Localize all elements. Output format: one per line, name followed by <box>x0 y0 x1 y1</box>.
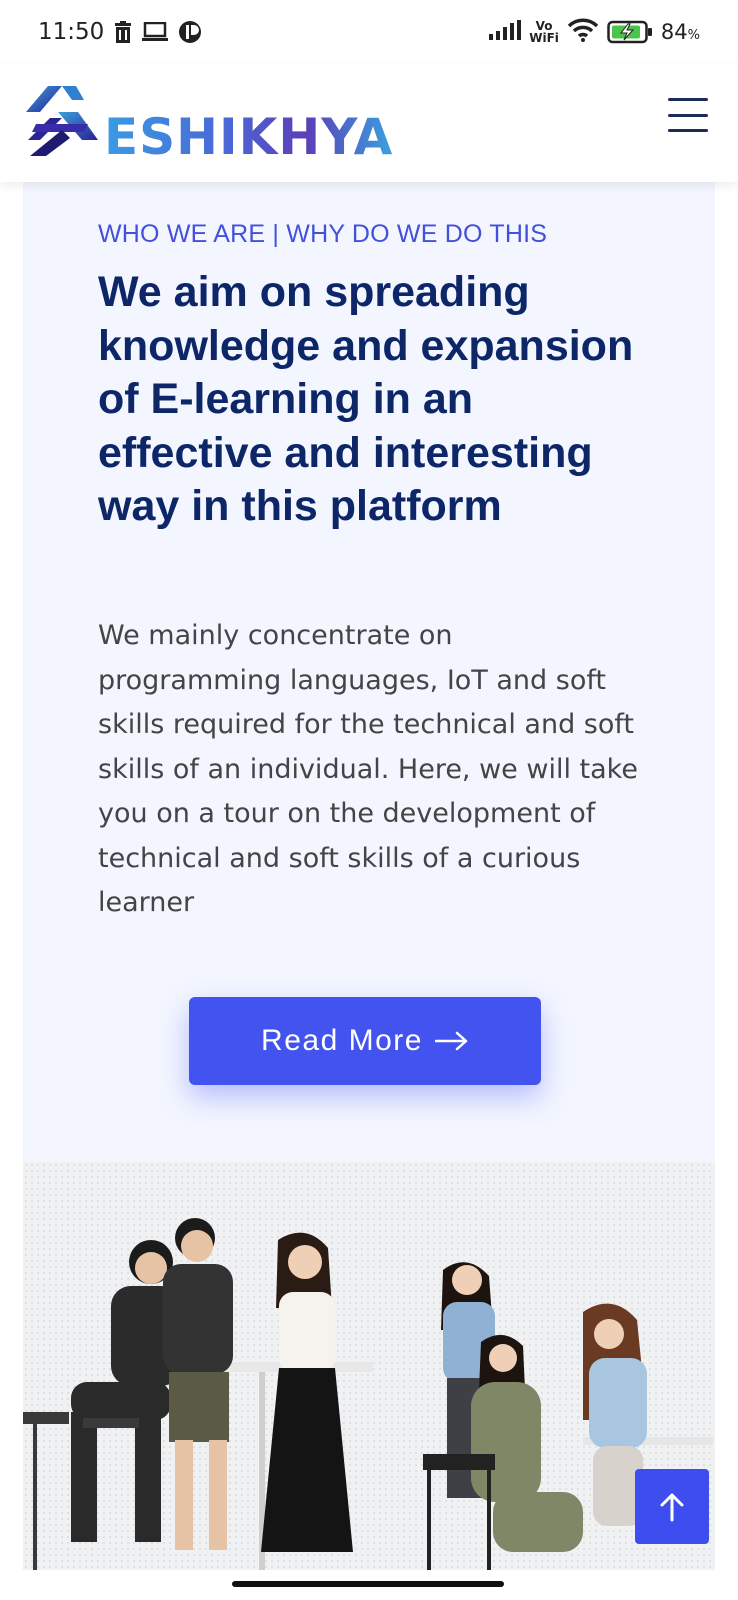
clock: 11:50 <box>38 19 105 45</box>
vowifi-bottom: WiFi <box>529 31 559 45</box>
battery-unit: % <box>687 28 700 43</box>
battery-value: 84 <box>660 20 688 44</box>
section-description: We mainly concentrate on programming lan… <box>98 620 638 918</box>
arrow-right-icon <box>434 1031 468 1051</box>
hamburger-menu-icon[interactable] <box>668 98 708 132</box>
read-more-button[interactable]: Read More <box>189 997 541 1085</box>
brand-logo[interactable]: ESHIKHYA <box>22 78 393 166</box>
menu-line <box>668 129 708 132</box>
team-photo <box>23 1162 715 1570</box>
battery-icon <box>607 20 653 44</box>
status-bar: 11:50 Vo WiFi 84% <box>0 0 738 64</box>
site-header: ESHIKHYA <box>0 64 738 182</box>
menu-line <box>668 98 708 101</box>
vpn-icon <box>178 20 202 44</box>
read-more-label: Read More <box>261 1024 423 1057</box>
section-eyebrow: WHO WE ARE | WHY DO WE DO THIS <box>98 220 548 248</box>
logo-wordmark: ESHIKHYA <box>104 108 394 166</box>
vowifi-indicator: Vo WiFi <box>529 20 559 44</box>
status-bar-right: Vo WiFi 84% <box>489 18 700 47</box>
status-bar-left: 11:50 <box>38 19 202 45</box>
back-to-top-button[interactable] <box>635 1469 709 1544</box>
logo-mark-icon <box>26 86 98 156</box>
about-section: WHO WE ARE | WHY DO WE DO THIS We aim on… <box>23 182 715 1162</box>
laptop-icon <box>142 22 169 42</box>
signal-icon <box>489 19 522 45</box>
team-photo-illustration <box>23 1162 715 1570</box>
trash-icon <box>114 21 132 43</box>
home-indicator[interactable] <box>232 1581 504 1587</box>
menu-line <box>668 113 708 117</box>
wifi-icon <box>567 18 599 47</box>
battery-percent: 84% <box>661 20 700 44</box>
arrow-up-icon <box>660 1493 684 1521</box>
section-headline: We aim on spreading knowledge and expans… <box>98 268 634 530</box>
